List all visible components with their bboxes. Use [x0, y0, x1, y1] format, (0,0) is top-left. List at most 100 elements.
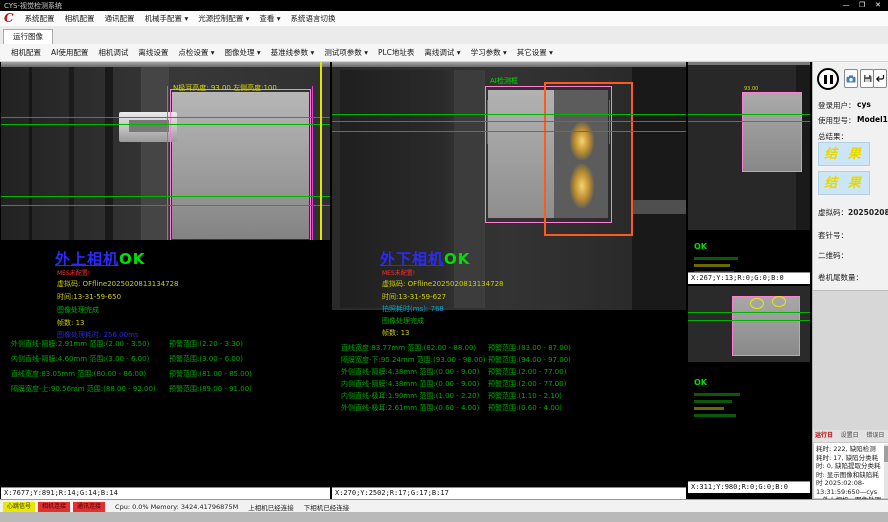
measure-line	[1, 124, 330, 125]
camera-view-lower-outer[interactable]: AI检测框 外下相机OK MES未配置! 虚拟码: OFfline2025020…	[332, 62, 686, 487]
measurement-row: 直线宽度:83.77mm 范围:(82.00 - 88.00)	[341, 343, 476, 353]
measure-line	[688, 320, 810, 321]
toolbar-offline-setting[interactable]: 离线设置	[133, 44, 173, 61]
warning-range: 预警范围:(0.60 - 4.00)	[488, 403, 562, 413]
return-button[interactable]	[873, 69, 887, 88]
menu-item-language[interactable]: 系统语言切换	[286, 11, 341, 26]
measurement-row: 外侧直线-隔膜:2.91mm 范围:(2.00 - 3.50)	[11, 339, 149, 349]
faint-text-line	[694, 257, 738, 260]
toolbar-learn-params[interactable]: 学习参数 ▾	[466, 44, 512, 61]
toolbar-camera-config[interactable]: 相机配置	[6, 44, 46, 61]
toolbar-spotcheck-setting[interactable]: 点检设置 ▾	[173, 44, 219, 61]
menu-item-light-config[interactable]: 光源控制配置 ▾	[193, 11, 254, 26]
frame-count-line: 帧数: 13	[382, 328, 410, 338]
toolbar-ai-config[interactable]: AI使用配置	[46, 44, 93, 61]
menu-item-system-config[interactable]: 系统配置	[20, 11, 60, 26]
menu-item-robot-config[interactable]: 机械手配置 ▾	[140, 11, 194, 26]
machine-column	[141, 67, 169, 240]
machine-top-rail	[688, 62, 810, 65]
measure-line	[1, 117, 330, 118]
save-image-button[interactable]	[860, 69, 874, 88]
camera-view-upper-outer[interactable]: N极耳高度: 93.00 左侧高度:100 外上相机OK MES未配置! 虚拟码…	[1, 62, 330, 487]
log-tab-setting[interactable]: 设置日志	[840, 430, 865, 442]
time-line: 时间:13-31-59-627	[382, 292, 446, 302]
log-tab-error[interactable]: 错误日志	[865, 430, 888, 442]
defect-marker-circle	[750, 298, 764, 309]
model-value: Model1	[857, 115, 888, 124]
qr-code-label: 二维码：	[818, 250, 848, 261]
toolbar-camera-debug[interactable]: 相机调试	[93, 44, 133, 61]
measurement-row: 外侧直线-极耳:2.61mm 范围:(0.60 - 4.00)	[341, 403, 479, 413]
ai-detect-label: AI检测框	[490, 76, 518, 86]
preview-result-block: OK	[694, 234, 738, 274]
mes-status-text: MES未配置!	[382, 268, 415, 277]
measurement-row: 内侧直线-极耳:1.90mm 范围:(1.00 - 2.20)	[341, 391, 479, 401]
scrollbar-thumb[interactable]	[884, 446, 888, 462]
faint-text-line	[694, 407, 724, 410]
pixel-coords-preview-top: X:267;Y:13;R:0;G:0;B:0	[688, 272, 810, 284]
faint-text-line	[694, 264, 730, 267]
toolbar-plc-address[interactable]: PLC地址表	[373, 44, 419, 61]
pause-button[interactable]	[817, 68, 839, 90]
toolbar-offline-debug[interactable]: 离线调试 ▾	[419, 44, 465, 61]
camera-preview-top[interactable]: 93.00 OK	[688, 62, 810, 272]
pixel-coords-left: X:7677;Y:891;R:14;G:14;B:14	[1, 487, 330, 499]
menu-item-view[interactable]: 查看 ▾	[254, 11, 285, 26]
total-result-label: 总结果：	[818, 131, 848, 142]
virtual-code-row: 虚拟码：20250208	[818, 207, 888, 218]
app-title: CYS-视觉检测系统	[4, 1, 62, 11]
warning-range: 预警范围:(94.00 - 97.00)	[488, 355, 571, 365]
toolbar-image-process[interactable]: 图像处理 ▾	[220, 44, 266, 61]
needle-number-label: 套针号：	[818, 230, 848, 241]
tail-count-label: 卷机尾数量：	[818, 272, 863, 283]
sidebar-spacer-panel	[813, 290, 888, 431]
preview-image: 93.00	[688, 62, 810, 230]
title-bar: CYS-视觉检测系统 — ❐ ✕	[0, 0, 888, 11]
tab-strip: 运行图像	[0, 26, 888, 45]
barcode-line: 虚拟码: OFfline2025020813134728	[57, 279, 178, 289]
measure-line	[688, 312, 810, 313]
measurement-row: 外侧直线-隔膜:4.38mm 范围:(0.00 - 9.00)	[341, 367, 479, 377]
maximize-button[interactable]: ❐	[854, 0, 870, 11]
defect-marker-circle	[772, 296, 786, 307]
close-button[interactable]: ✕	[870, 0, 886, 11]
measure-line	[688, 121, 810, 122]
roi-rectangle-pink	[170, 89, 311, 240]
virtual-code-value: 20250208	[848, 208, 888, 217]
mes-status-text: MES未配置!	[57, 268, 90, 277]
result-box-2: 结 果	[818, 171, 870, 195]
login-user-value: cys	[857, 100, 871, 109]
tab-run-image[interactable]: 运行图像	[3, 29, 53, 45]
machine-column	[454, 70, 484, 308]
toolbar-test-params[interactable]: 测试项参数 ▾	[319, 44, 373, 61]
measure-line	[1, 196, 330, 197]
camera-icon	[846, 75, 856, 83]
snapshot-button[interactable]	[844, 69, 858, 88]
cpu-memory-text: Cpu: 0.0% Memory: 3424.41796875M	[115, 503, 238, 511]
window-bottom-edge	[0, 512, 888, 522]
log-tabs: 运行日志 设置日志 错误日志	[813, 430, 888, 442]
menu-item-comm-config[interactable]: 通讯配置	[100, 11, 140, 26]
measure-line	[332, 121, 686, 122]
warning-range: 预警范围:(89.00 - 91.00)	[169, 384, 252, 394]
camera-name: 外下相机	[380, 250, 444, 268]
menu-item-camera-config[interactable]: 相机配置	[60, 11, 100, 26]
model-label: 使用型号：	[818, 115, 856, 126]
measurement-row: 内侧直线-隔膜:4.60mm 范围:(3.00 - 6.00)	[11, 354, 149, 364]
lower-camera-status: 下相机已经连接	[304, 502, 350, 512]
camera-connect-badge: 相机连接	[38, 502, 70, 512]
machine-bar	[632, 200, 686, 214]
log-scrollbar[interactable]	[884, 444, 888, 498]
app-window: CYS-视觉检测系统 — ❐ ✕ C 系统配置 相机配置 通讯配置 机械手配置 …	[0, 0, 888, 522]
toolbar-baseline-params[interactable]: 基准线参数 ▾	[266, 44, 320, 61]
toolbar-other-setting[interactable]: 其它设置 ▾	[512, 44, 558, 61]
measurement-row: 隔膜宽度-下:95.24mm 范围:(93.00 - 98.00)	[341, 355, 486, 365]
ok-status: OK	[694, 242, 707, 251]
machine-edge	[105, 67, 113, 240]
camera-preview-bottom[interactable]: OK	[688, 286, 810, 481]
comm-connect-badge: 通讯连接	[73, 502, 105, 512]
log-tab-run[interactable]: 运行日志	[814, 430, 839, 442]
minimize-button[interactable]: —	[838, 0, 854, 11]
measure-line	[688, 114, 810, 115]
reference-line-yellow	[320, 62, 322, 240]
